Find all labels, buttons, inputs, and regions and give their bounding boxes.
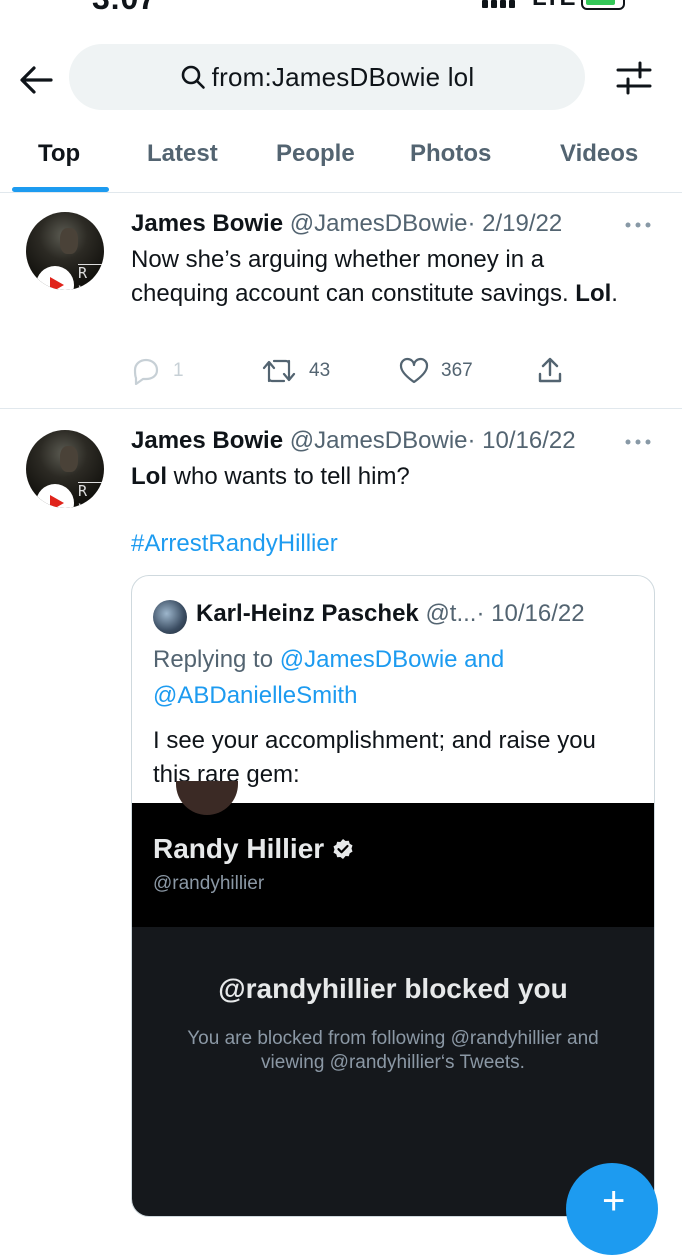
retweet-icon bbox=[262, 359, 296, 383]
embedded-screenshot[interactable]: Randy Hillier @randyhillier @randyhillie… bbox=[132, 781, 654, 1216]
share-button[interactable] bbox=[536, 357, 576, 385]
tweet-header: James Bowie @JamesDBowie· 2/19/22 bbox=[131, 210, 562, 238]
quoted-date: · 10/16/22 bbox=[476, 600, 585, 627]
network-label: LTE bbox=[532, 0, 576, 12]
tweet-actions: 1 43 367 bbox=[131, 357, 631, 387]
embedded-profile-handle: @randyhillier bbox=[153, 873, 265, 894]
tweet-text-end: . bbox=[611, 280, 618, 307]
reply-count: 1 bbox=[173, 360, 184, 381]
search-tabs: Top Latest People Photos Videos bbox=[0, 128, 682, 193]
avatar[interactable]: R v bbox=[26, 212, 104, 290]
like-count: 367 bbox=[441, 360, 473, 381]
retweet-count: 43 bbox=[309, 360, 331, 381]
sliders-icon bbox=[616, 61, 652, 95]
search-input[interactable]: from:JamesDBowie lol bbox=[69, 44, 585, 110]
more-options-icon[interactable] bbox=[624, 220, 652, 230]
avatar-overlay-text: R v bbox=[78, 264, 104, 290]
author-handle[interactable]: @JamesDBowie bbox=[290, 210, 468, 237]
quoted-tweet[interactable]: Karl-Heinz Paschek @t...· 10/16/22 Reply… bbox=[131, 575, 655, 1217]
back-button[interactable] bbox=[16, 60, 56, 100]
blocked-description: You are blocked from following @randyhil… bbox=[187, 1028, 599, 1073]
avatar[interactable]: R v bbox=[26, 430, 104, 508]
more-options-icon[interactable] bbox=[624, 437, 652, 447]
tab-photos[interactable]: Photos bbox=[410, 140, 491, 168]
tweet-header: James Bowie @JamesDBowie· 10/16/22 bbox=[131, 427, 576, 455]
search-filter-button[interactable] bbox=[614, 60, 654, 96]
compose-tweet-button[interactable] bbox=[566, 1163, 658, 1255]
arrow-left-icon bbox=[20, 66, 53, 94]
highlighted-term: Lol bbox=[131, 463, 167, 490]
blocked-title: @randyhillier blocked you bbox=[218, 973, 568, 1004]
tab-latest[interactable]: Latest bbox=[147, 140, 218, 168]
author-name[interactable]: James Bowie bbox=[131, 427, 283, 454]
status-time: 3:07 bbox=[92, 0, 156, 17]
heart-icon bbox=[399, 357, 429, 384]
tweet-text-main: who wants to tell him? bbox=[167, 463, 410, 490]
retweet-button[interactable]: 43 bbox=[261, 357, 330, 385]
replying-and: and bbox=[457, 646, 505, 673]
search-icon bbox=[181, 65, 205, 89]
embedded-profile-name: Randy Hillier bbox=[153, 833, 354, 865]
tweet-divider bbox=[0, 408, 682, 409]
replying-to: Replying to @JamesDBowie and @ABDanielle… bbox=[153, 642, 633, 714]
tweet-text: Now she’s arguing whether money in a che… bbox=[131, 243, 631, 311]
tweet-date: · 2/19/22 bbox=[467, 210, 563, 237]
tweet-text: Lol who wants to tell him? bbox=[131, 460, 631, 494]
play-icon bbox=[36, 484, 74, 508]
quoted-author-handle: @t... bbox=[425, 600, 477, 627]
share-icon bbox=[538, 357, 562, 383]
like-button[interactable]: 367 bbox=[399, 357, 473, 385]
hashtag-link[interactable]: #ArrestRandyHillier bbox=[131, 527, 631, 561]
reply-button[interactable]: 1 bbox=[131, 357, 184, 385]
embedded-profile-header: Randy Hillier @randyhillier bbox=[132, 781, 654, 927]
avatar-overlay-text: R v bbox=[78, 482, 104, 508]
play-icon bbox=[36, 266, 74, 290]
replying-prefix: Replying to bbox=[153, 646, 280, 673]
mention-link[interactable]: @ABDanielleSmith bbox=[153, 682, 357, 709]
search-query: from:JamesDBowie lol bbox=[211, 61, 475, 92]
active-tab-indicator bbox=[12, 187, 109, 192]
tab-top[interactable]: Top bbox=[38, 140, 80, 168]
author-handle[interactable]: @JamesDBowie bbox=[290, 427, 468, 454]
status-bar: 3:07 LTE bbox=[0, 0, 682, 20]
tab-people[interactable]: People bbox=[276, 140, 355, 168]
highlighted-term: Lol bbox=[575, 280, 612, 307]
embedded-name-text: Randy Hillier bbox=[153, 833, 325, 864]
author-name[interactable]: James Bowie bbox=[131, 210, 283, 237]
tweet-date: · 10/16/22 bbox=[467, 427, 576, 454]
quoted-author-name: Karl-Heinz Paschek bbox=[196, 600, 419, 627]
reply-icon bbox=[133, 358, 159, 385]
tweet-text-main: Now she’s arguing whether money in a che… bbox=[131, 246, 569, 307]
battery-icon bbox=[581, 0, 625, 10]
quoted-avatar[interactable] bbox=[153, 600, 187, 634]
signal-icon bbox=[482, 0, 522, 8]
quoted-header: Karl-Heinz Paschek @t...· 10/16/22 bbox=[196, 600, 585, 628]
verified-badge-icon bbox=[333, 839, 353, 859]
tab-videos[interactable]: Videos bbox=[560, 140, 638, 168]
mention-link[interactable]: @JamesDBowie bbox=[280, 646, 458, 673]
embedded-avatar bbox=[176, 781, 238, 815]
